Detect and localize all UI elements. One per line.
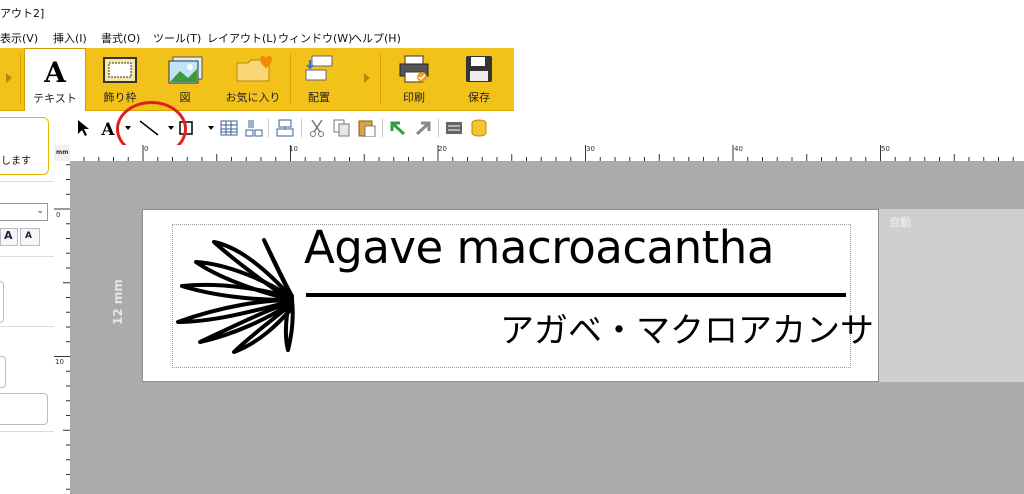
toolbar-separator [382, 119, 383, 137]
ruler-label: 20 [438, 145, 447, 153]
ruler-label: 0 [144, 145, 149, 153]
agave-plant-icon[interactable] [174, 238, 296, 356]
ruler-label: 30 [586, 145, 595, 153]
print-button[interactable]: 印刷 [386, 48, 442, 110]
save-button[interactable]: 保存 [452, 48, 506, 110]
vertical-ruler: 0 10 [54, 161, 71, 494]
ruler-label: 10 [289, 145, 298, 153]
frame-button[interactable]: 飾り枠 [92, 48, 148, 110]
font-size-decrease-button[interactable]: A [20, 228, 40, 246]
toolbar-separator [268, 119, 269, 137]
barcode-icon[interactable] [245, 119, 263, 137]
left-properties-panel: します ⌄ A A [0, 111, 55, 494]
label-title-latin[interactable]: Agave macroacantha [304, 216, 850, 280]
drawing-toolbar: A [54, 111, 1024, 146]
toolbar-separator [438, 119, 439, 137]
ribbon-empty-area [514, 48, 1024, 110]
label-divider-line[interactable] [306, 293, 846, 297]
font-size-increase-button[interactable]: A [0, 228, 18, 246]
label-title-japanese[interactable]: アガベ・マクロアカンサ [500, 306, 874, 356]
floppy-disk-icon [466, 56, 492, 82]
ribbon-separator [380, 54, 381, 104]
panel-divider [0, 431, 54, 432]
image-button[interactable]: 図 [158, 48, 212, 110]
ruler-label: 0 [56, 211, 61, 219]
table-icon[interactable] [220, 119, 238, 137]
frame-icon [103, 57, 137, 83]
cut-icon[interactable] [308, 119, 326, 137]
arrange-label: 配置 [308, 91, 330, 104]
ribbon-scroll-left-icon[interactable] [6, 73, 12, 83]
panel-divider [0, 326, 54, 327]
title-bar: アウト2] [0, 0, 1024, 26]
arrange-button[interactable]: 配置 [294, 48, 344, 110]
panel-control[interactable] [0, 393, 48, 425]
align-icon[interactable] [445, 119, 463, 137]
tape-width-label: 12 mm [111, 279, 125, 325]
svg-text:A: A [43, 57, 67, 85]
ruler-label: 40 [734, 145, 743, 153]
panel-divider [0, 181, 54, 182]
ruler-unit: mm [56, 149, 69, 156]
chevron-down-icon: ⌄ [36, 206, 44, 216]
ruler-label: 10 [55, 358, 64, 366]
panel-divider [0, 256, 54, 257]
panel-control[interactable] [0, 356, 6, 388]
menu-bar: 表示(V) 挿入(I) 書式(O) ツール(T) レイアウト(L) ウィンドウ(… [0, 26, 1024, 48]
menu-layout[interactable]: レイアウト(L) [207, 30, 277, 46]
select-arrow-icon[interactable] [76, 119, 92, 137]
menu-help[interactable]: ヘルプ(H) [351, 30, 401, 46]
panel-control[interactable] [0, 281, 4, 323]
database-merge-icon[interactable] [276, 119, 294, 137]
ruler-corner: mm [54, 145, 71, 162]
picture-icon [168, 56, 203, 84]
favorites-label: お気に入り [225, 91, 281, 104]
text-insert-icon[interactable]: A [99, 119, 117, 137]
ruler-label: 50 [881, 145, 890, 153]
menu-window[interactable]: ウィンドウ(W) [278, 30, 352, 46]
print-label: 印刷 [403, 91, 425, 104]
redo-icon[interactable] [414, 119, 432, 137]
menu-format[interactable]: 書式(O) [101, 30, 140, 46]
copy-icon[interactable] [333, 119, 351, 137]
font-select[interactable]: ⌄ [0, 203, 48, 221]
save-label: 保存 [468, 91, 490, 104]
toolbar-separator [301, 119, 302, 137]
hint-text: します [1, 156, 31, 167]
database-icon[interactable] [470, 119, 488, 137]
printer-icon [399, 55, 429, 83]
menu-view[interactable]: 表示(V) [0, 30, 38, 46]
favorites-folder-icon [236, 56, 272, 82]
favorites-button[interactable]: お気に入り [220, 48, 286, 110]
hint-box: します [0, 117, 49, 175]
text-a-icon: A [43, 57, 67, 85]
paste-icon[interactable] [358, 119, 376, 137]
text-tool-label: テキスト [33, 92, 77, 105]
svg-text:A: A [100, 120, 115, 137]
ribbon: A テキスト 飾り枠 図 お気に入り 配置 印刷 保存 [0, 48, 514, 111]
text-tool-button[interactable]: A テキスト [24, 48, 86, 111]
ribbon-scroll-right-icon[interactable] [364, 73, 370, 83]
menu-insert[interactable]: 挿入(I) [53, 30, 87, 46]
ribbon-separator [20, 54, 21, 104]
font-grow-icon: A [4, 229, 13, 242]
tape-feed-area [879, 209, 1024, 382]
font-shrink-icon: A [25, 231, 32, 241]
horizontal-ruler: 0 10 20 30 40 50 [70, 145, 1024, 162]
shape-dropdown-icon[interactable] [208, 126, 214, 130]
window-title: アウト2] [0, 7, 45, 20]
ribbon-separator [290, 54, 291, 104]
menu-tools[interactable]: ツール(T) [153, 30, 201, 46]
length-mode-label: 自動 [889, 216, 911, 229]
arrange-icon [305, 55, 333, 81]
undo-icon[interactable] [389, 119, 407, 137]
